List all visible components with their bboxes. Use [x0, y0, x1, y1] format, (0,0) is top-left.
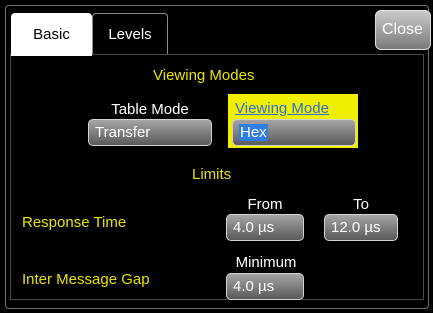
inter-message-gap-field[interactable]: 4.0 µs [226, 273, 304, 300]
response-time-from-field[interactable]: 4.0 µs [226, 214, 304, 241]
viewing-mode-value: Hex [239, 124, 268, 141]
from-label: From [247, 196, 283, 213]
tab-basic[interactable]: Basic [11, 13, 92, 56]
inter-message-gap-label: Inter Message Gap [22, 271, 150, 288]
limits-title: Limits [192, 166, 232, 183]
viewing-mode-select[interactable]: Hex [232, 119, 356, 146]
viewing-modes-title: Viewing Modes [153, 67, 255, 84]
viewing-mode-label: Viewing Mode [235, 100, 329, 117]
tab-levels[interactable]: Levels [92, 13, 168, 55]
minimum-label: Minimum [235, 254, 297, 271]
table-mode-select[interactable]: Transfer [88, 119, 212, 146]
close-button[interactable]: Close [375, 10, 431, 50]
to-label: To [353, 196, 369, 213]
table-mode-label: Table Mode [111, 101, 189, 118]
response-time-to-field[interactable]: 12.0 µs [324, 214, 398, 241]
response-time-label: Response Time [22, 214, 127, 231]
